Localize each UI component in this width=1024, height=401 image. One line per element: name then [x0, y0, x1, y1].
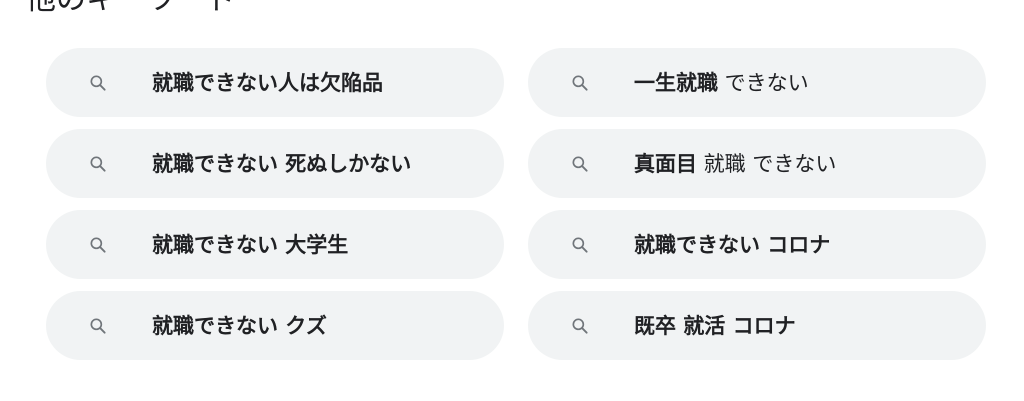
- suggestion-bold: 既卒 就活 コロナ: [634, 313, 796, 338]
- search-icon: [568, 233, 592, 257]
- search-icon: [86, 152, 110, 176]
- search-icon: [568, 314, 592, 338]
- suggestion-text: 就職できない 大学生: [152, 231, 348, 259]
- search-icon: [86, 233, 110, 257]
- suggestion-text: 就職できない コロナ: [634, 231, 830, 259]
- suggestion-chip[interactable]: 真面目 就職 できない: [528, 129, 986, 198]
- suggestion-normal: 就職 できない: [697, 151, 837, 176]
- suggestion-bold: 就職できない コロナ: [634, 232, 831, 257]
- suggestion-text: 就職できない 死ぬしかない: [152, 150, 411, 178]
- suggestion-chip[interactable]: 就職できない 大学生: [46, 210, 504, 279]
- suggestion-text: 真面目 就職 できない: [634, 150, 836, 178]
- related-searches-grid: 就職できない人は欠陥品 一生就職 できない 就職できない 死ぬしかない 真面目 …: [46, 48, 986, 360]
- search-icon: [568, 71, 592, 95]
- section-title: 他のキーワード: [26, 0, 236, 18]
- suggestion-bold: 真面目: [634, 151, 697, 176]
- suggestion-bold: 就職できない人は欠陥品: [152, 70, 383, 95]
- search-icon: [86, 314, 110, 338]
- suggestion-normal: できない: [718, 70, 809, 95]
- suggestion-chip[interactable]: 就職できない 死ぬしかない: [46, 129, 504, 198]
- suggestion-bold: 就職できない 死ぬしかない: [152, 151, 412, 176]
- suggestion-text: 既卒 就活 コロナ: [634, 312, 796, 340]
- search-icon: [86, 71, 110, 95]
- suggestion-chip[interactable]: 就職できない コロナ: [528, 210, 986, 279]
- suggestion-chip[interactable]: 既卒 就活 コロナ: [528, 291, 986, 360]
- suggestion-text: 一生就職 できない: [634, 69, 809, 97]
- search-icon: [568, 152, 592, 176]
- suggestion-chip[interactable]: 就職できない人は欠陥品: [46, 48, 504, 117]
- suggestion-chip[interactable]: 就職できない クズ: [46, 291, 504, 360]
- suggestion-bold: 就職できない クズ: [152, 313, 327, 338]
- suggestion-chip[interactable]: 一生就職 できない: [528, 48, 986, 117]
- suggestion-bold: 就職できない 大学生: [152, 232, 349, 257]
- suggestion-bold: 一生就職: [634, 70, 718, 95]
- suggestion-text: 就職できない人は欠陥品: [152, 69, 383, 97]
- suggestion-text: 就職できない クズ: [152, 312, 327, 340]
